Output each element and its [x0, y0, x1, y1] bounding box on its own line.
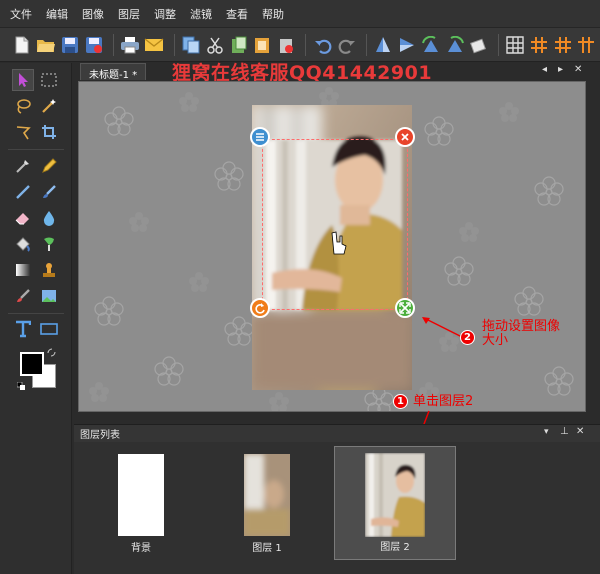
close-tab-icon[interactable]: ✕ [574, 64, 582, 75]
guides-icon[interactable] [529, 34, 550, 56]
flip-horizontal-icon[interactable] [397, 34, 418, 56]
layer-item-2[interactable]: 图层 2 [334, 446, 456, 560]
undo-icon[interactable] [312, 34, 333, 56]
layer-name: 图层 2 [380, 542, 410, 553]
delete-layer-handle[interactable] [395, 127, 415, 147]
document-tab[interactable]: 未标题-1 * [80, 63, 147, 81]
layer-menu-handle[interactable] [250, 127, 270, 147]
delete-icon[interactable] [276, 34, 297, 56]
layer-item-background[interactable]: 背景 [80, 446, 202, 560]
line-icon[interactable] [12, 181, 34, 203]
rotate-icon [255, 303, 265, 314]
menu-image[interactable]: 图像 [82, 6, 104, 22]
layer-thumbnail [118, 454, 164, 536]
toolbar-divider [113, 33, 115, 56]
toolbar-divider [365, 33, 367, 56]
layer-thumbnail [244, 454, 290, 536]
menu-edit[interactable]: 编辑 [46, 6, 68, 22]
lasso-icon[interactable] [12, 95, 34, 117]
paste-new-icon[interactable] [252, 34, 273, 56]
rotate-right-icon[interactable] [444, 34, 465, 56]
close-icon [401, 133, 409, 141]
layer-list: 背景 图层 1 图层 2 [74, 442, 600, 574]
cut-icon[interactable] [204, 34, 225, 56]
canvas-area[interactable] [78, 81, 586, 412]
email-icon[interactable] [144, 34, 165, 56]
menu-help[interactable]: 帮助 [262, 6, 284, 22]
pin-icon[interactable]: ⊥ [560, 426, 569, 437]
step-2-text-line2: 大小 [482, 333, 509, 348]
move-icon[interactable] [12, 69, 34, 91]
rectangle-icon[interactable] [38, 318, 60, 340]
toolbar-divider [497, 33, 499, 56]
menu-file[interactable]: 文件 [10, 6, 32, 22]
menu-icon [256, 133, 264, 141]
clone-icon[interactable] [38, 233, 60, 255]
copy-icon[interactable] [181, 34, 202, 56]
tab-next-icon[interactable]: ▸ [558, 64, 563, 75]
step-2-badge: 2 [460, 330, 475, 345]
text-icon[interactable] [12, 318, 34, 340]
redo-icon[interactable] [336, 34, 357, 56]
tool-divider [8, 149, 64, 150]
layer-item-1[interactable]: 图层 1 [206, 446, 328, 560]
layer-name: 背景 [131, 543, 151, 554]
tool-divider [8, 313, 64, 314]
step-2-text-line1: 拖动设置图像 [482, 319, 561, 334]
layer-name: 图层 1 [252, 543, 282, 554]
layer-panel-title: 图层列表 [80, 430, 120, 441]
tool-panel [0, 63, 72, 574]
panel-menu-icon[interactable]: ▾ [544, 427, 549, 437]
step-1-badge: 1 [393, 394, 408, 409]
snap-grid-icon[interactable] [576, 34, 597, 56]
menu-filter[interactable]: 滤镜 [190, 6, 212, 22]
step-1-text: 单击图层2 [413, 394, 474, 409]
paste-icon[interactable] [228, 34, 249, 56]
new-file-icon[interactable] [12, 34, 33, 56]
resize-layer-handle[interactable] [395, 298, 415, 318]
flip-vertical-icon[interactable] [373, 34, 394, 56]
swap-colors-icon[interactable] [46, 347, 56, 357]
layer-panel-header: 图层列表 ▾ ⊥ ✕ [74, 424, 600, 442]
foreground-color-swatch[interactable] [20, 352, 44, 376]
crop-icon[interactable] [38, 121, 60, 143]
main-toolbar [0, 28, 600, 62]
rotate-left-icon[interactable] [420, 34, 441, 56]
gradient-icon[interactable] [12, 259, 34, 281]
blur-icon[interactable] [38, 207, 60, 229]
insert-image-icon[interactable] [38, 285, 60, 307]
eyedropper-icon[interactable] [12, 155, 34, 177]
rotate-layer-handle[interactable] [250, 298, 270, 318]
fill-bucket-icon[interactable] [12, 233, 34, 255]
layer-thumbnail [365, 453, 425, 537]
menu-adjust[interactable]: 调整 [154, 6, 176, 22]
grid-icon[interactable] [505, 34, 526, 56]
toolbar-divider [173, 33, 175, 56]
menu-view[interactable]: 查看 [226, 6, 248, 22]
polygon-lasso-icon[interactable] [12, 121, 34, 143]
free-rotate-icon[interactable] [468, 34, 489, 56]
brush-icon[interactable] [38, 181, 60, 203]
magic-wand-icon[interactable] [38, 95, 60, 117]
print-icon[interactable] [120, 34, 141, 56]
marquee-icon[interactable] [38, 69, 60, 91]
toolbar-divider [305, 33, 307, 56]
eraser-icon[interactable] [12, 207, 34, 229]
stamp-icon[interactable] [38, 259, 60, 281]
tab-prev-icon[interactable]: ◂ [542, 64, 547, 75]
menu-bar: 文件 编辑 图像 图层 调整 滤镜 查看 帮助 [0, 0, 600, 28]
open-folder-icon[interactable] [36, 34, 57, 56]
resize-selection-box[interactable] [262, 139, 408, 310]
menu-layer[interactable]: 图层 [118, 6, 140, 22]
pencil-icon[interactable] [38, 155, 60, 177]
save-as-icon[interactable] [83, 34, 104, 56]
resize-arrows-icon [399, 302, 411, 314]
save-icon[interactable] [60, 34, 81, 56]
reset-colors-icon[interactable] [16, 381, 26, 391]
close-panel-icon[interactable]: ✕ [576, 426, 584, 437]
effects-brush-icon[interactable] [12, 285, 34, 307]
snap-icon[interactable] [552, 34, 573, 56]
